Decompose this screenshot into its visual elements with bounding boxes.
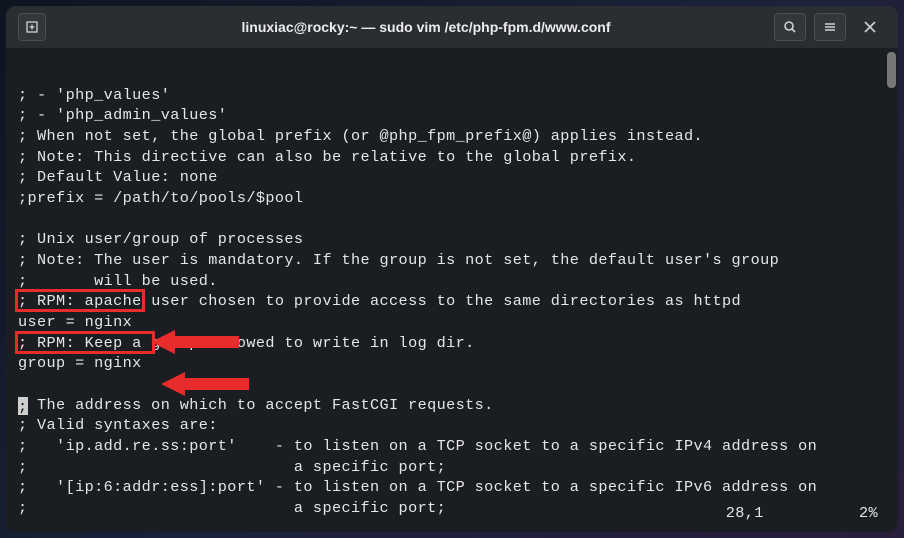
code-line: ; a specific port;	[18, 499, 446, 517]
code-line: ; When not set, the global prefix (or @p…	[18, 127, 703, 145]
code-line-user: user = nginx	[18, 313, 132, 331]
terminal-window: linuxiac@rocky:~ — sudo vim /etc/php-fpm…	[6, 6, 898, 532]
code-line: The address on which to accept FastCGI r…	[28, 396, 494, 414]
code-line-group: group = nginx	[18, 354, 142, 372]
window-title: linuxiac@rocky:~ — sudo vim /etc/php-fpm…	[78, 19, 774, 35]
code-line: ; Unix user/group of processes	[18, 230, 303, 248]
code-line: ; a specific port;	[18, 458, 446, 476]
scrollbar-thumb[interactable]	[887, 52, 896, 88]
code-line: ; Note: This directive can also be relat…	[18, 148, 636, 166]
new-tab-button[interactable]	[18, 13, 46, 41]
code-line: ;prefix = /path/to/pools/$pool	[18, 189, 303, 207]
cursor-position: 28,1	[726, 504, 764, 522]
code-line: ; 'ip.add.re.ss:port' - to listen on a T…	[18, 437, 817, 455]
code-line: ; Note: The user is mandatory. If the gr…	[18, 251, 779, 269]
vim-cursor: ;	[18, 397, 28, 415]
code-line: ; RPM: Keep a group allowed to write in …	[18, 334, 475, 352]
close-button[interactable]	[854, 13, 886, 41]
code-line: ; will be used.	[18, 272, 218, 290]
terminal-body[interactable]: ; - 'php_values' ; - 'php_admin_values' …	[6, 48, 898, 532]
titlebar: linuxiac@rocky:~ — sudo vim /etc/php-fpm…	[6, 6, 898, 48]
code-line: ; Default Value: none	[18, 168, 218, 186]
code-line: ; RPM: apache user chosen to provide acc…	[18, 292, 741, 310]
code-line: ; '[ip:6:addr:ess]:port' - to listen on …	[18, 478, 817, 496]
titlebar-left	[18, 13, 78, 41]
search-button[interactable]	[774, 13, 806, 41]
code-line: ; Valid syntaxes are:	[18, 416, 218, 434]
menu-button[interactable]	[814, 13, 846, 41]
scroll-percent: 2%	[859, 504, 878, 522]
vim-status: 28,1 2%	[726, 503, 878, 524]
titlebar-right	[774, 13, 886, 41]
code-line: ; - 'php_values'	[18, 86, 170, 104]
code-line: ; - 'php_admin_values'	[18, 106, 227, 124]
